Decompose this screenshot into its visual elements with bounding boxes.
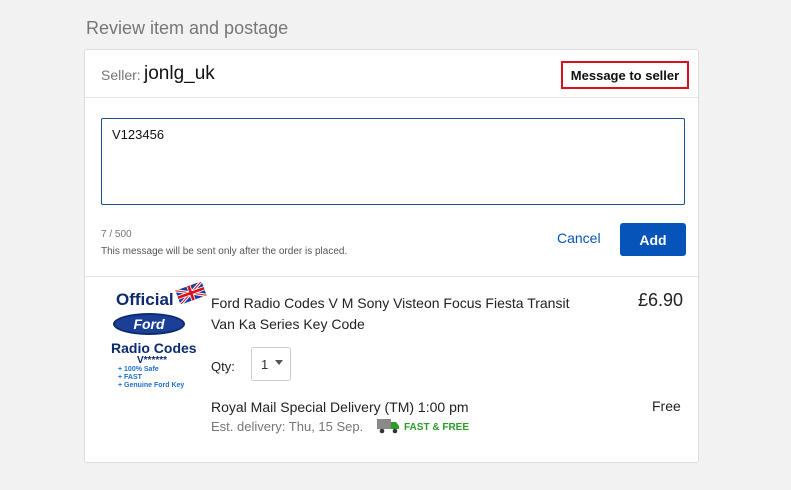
estimated-delivery: Est. delivery: Thu, 15 Sep. <box>211 419 364 434</box>
product-image-radio-codes: Radio Codes <box>111 340 197 356</box>
message-to-seller-link[interactable]: Message to seller <box>561 61 689 89</box>
message-note: This message will be sent only after the… <box>101 246 348 257</box>
delivery-price: Free <box>652 398 681 414</box>
product-image-features: + 100% Safe + FAST + Genuine Ford Key <box>118 366 184 390</box>
seller-label: Seller: <box>101 67 141 83</box>
seller-row: Seller: jonlg_uk Message to seller <box>85 50 698 98</box>
product-image-official-text: Official <box>116 290 174 309</box>
product-image-v-code: V****** <box>137 355 168 366</box>
qty-value: 1 <box>261 356 269 372</box>
fast-free-badge: FAST & FREE <box>404 422 470 433</box>
seller-name: jonlg_uk <box>144 63 215 84</box>
divider <box>85 276 698 277</box>
char-count: 7 / 500 <box>101 229 132 240</box>
delivery-service: Royal Mail Special Delivery (TM) 1:00 pm <box>211 399 469 415</box>
uk-flag-icon <box>175 282 207 304</box>
message-input[interactable] <box>101 118 685 205</box>
feature-line: + FAST <box>118 374 142 381</box>
product-image: Official Ford Radio Codes V****** + 100%… <box>107 282 212 395</box>
qty-select[interactable]: 1 <box>251 347 291 381</box>
truck-icon <box>377 419 399 434</box>
item-price: £6.90 <box>638 290 684 310</box>
feature-line: + 100% Safe <box>118 366 159 373</box>
section-title: Review item and postage <box>86 18 289 38</box>
cancel-button[interactable]: Cancel <box>557 230 601 246</box>
qty-label: Qty: <box>211 359 235 374</box>
review-card: Seller: jonlg_uk Message to seller 7 / 5… <box>84 49 699 463</box>
chevron-down-icon <box>275 360 283 365</box>
item-title[interactable]: Ford Radio Codes V M Sony Visteon Focus … <box>211 293 581 335</box>
add-button[interactable]: Add <box>620 223 686 256</box>
feature-line: + Genuine Ford Key <box>118 382 185 389</box>
ford-logo: Ford <box>113 313 185 335</box>
